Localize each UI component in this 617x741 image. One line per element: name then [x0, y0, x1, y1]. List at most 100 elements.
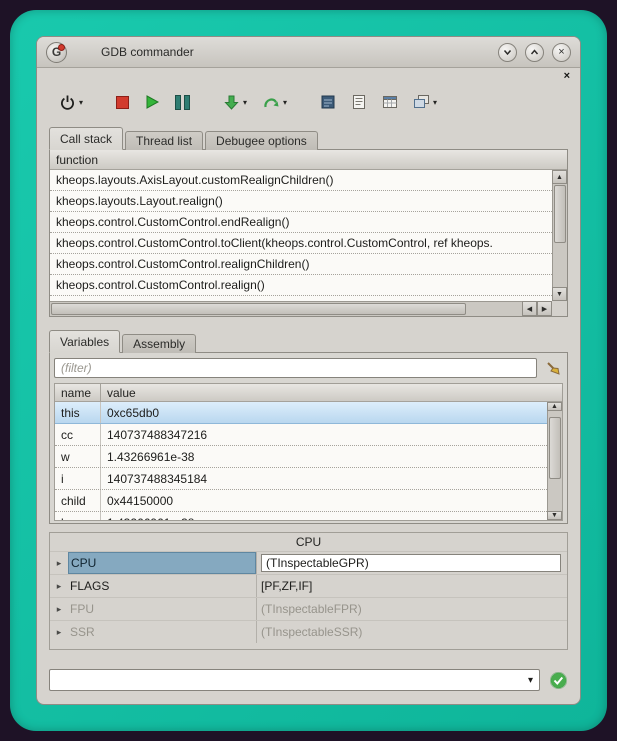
variable-row[interactable]: b 1.43266961e-38 [55, 512, 547, 520]
expander-icon[interactable]: ▸ [50, 558, 68, 569]
variable-row[interactable]: child 0x44150000 [55, 490, 547, 512]
tab-call-stack[interactable]: Call stack [49, 127, 123, 150]
column-header-value[interactable]: value [101, 384, 562, 401]
filter-input[interactable] [54, 358, 537, 378]
run-icon [144, 94, 160, 110]
register-value-field[interactable]: (TInspectableGPR) [261, 554, 561, 572]
dock-header: × [37, 68, 580, 84]
chevron-up-icon [529, 47, 540, 58]
scroll-up-icon: ▲ [556, 174, 563, 181]
teal-frame: G GDB commander × × [10, 10, 607, 731]
scroll-left-icon: ◀ [527, 305, 532, 313]
call-stack-panel: function kheops.layouts.AxisLayout.custo… [49, 149, 568, 317]
ok-check-icon [549, 671, 568, 690]
minimize-button[interactable] [498, 43, 517, 62]
spacer [37, 650, 580, 668]
execute-button[interactable] [548, 670, 568, 690]
tab-debugee-options[interactable]: Debugee options [205, 131, 318, 150]
register-value: (TInspectableSSR) [256, 621, 567, 643]
message-list-button[interactable] [349, 92, 369, 112]
register-value: [PF,ZF,IF] [256, 575, 567, 597]
variable-row[interactable]: w 1.43266961e-38 [55, 446, 547, 468]
column-header-label: function [56, 153, 98, 167]
scroll-down-button[interactable]: ▼ [547, 511, 562, 520]
step-into-dropdown-icon: ▾ [243, 98, 247, 107]
panel-close-button[interactable]: × [564, 71, 570, 82]
app-icon-red-dot [58, 44, 65, 51]
debug-windows-dropdown-icon: ▾ [433, 98, 437, 107]
close-button[interactable]: × [552, 43, 571, 62]
stop-button[interactable] [114, 94, 131, 111]
splitter[interactable] [37, 524, 580, 532]
tab-thread-list[interactable]: Thread list [125, 131, 203, 150]
expander-icon[interactable]: ▸ [50, 581, 68, 592]
call-stack-list: kheops.layouts.AxisLayout.customRealignC… [50, 170, 552, 301]
variable-row[interactable]: this 0xc65db0 [55, 402, 547, 424]
call-stack-row[interactable]: kheops.control.CustomControl.endRealign(… [50, 212, 552, 233]
call-stack-row[interactable]: kheops.control.CustomControl.realignChil… [50, 254, 552, 275]
call-stack-row[interactable]: kheops.control.CustomControl.realign() [50, 275, 552, 296]
scroll-right-button[interactable]: ▶ [537, 301, 552, 316]
scroll-down-icon: ▼ [556, 291, 563, 298]
scroll-up-button[interactable]: ▲ [547, 402, 562, 411]
column-header-name[interactable]: name [55, 384, 101, 401]
call-stack-vertical-scrollbar[interactable]: ▲ ▼ [552, 170, 567, 301]
tab-variables[interactable]: Variables [49, 330, 120, 353]
call-stack-row[interactable]: kheops.control.CustomControl.toClient(kh… [50, 233, 552, 254]
command-input[interactable] [54, 671, 515, 689]
debug-toolbar: ▾ ▾ [37, 84, 580, 120]
call-stack-row[interactable]: kheops.layouts.Layout.realign() [50, 191, 552, 212]
desktop-background: G GDB commander × × [0, 0, 617, 741]
titlebar[interactable]: G GDB commander × [37, 37, 580, 68]
memory-view-button[interactable] [380, 92, 400, 112]
scrollbar-thumb[interactable] [51, 303, 466, 315]
step-over-button[interactable]: ▾ [260, 92, 289, 112]
scroll-down-icon: ▼ [551, 512, 558, 519]
scroll-up-button[interactable]: ▲ [552, 170, 567, 184]
variable-name: b [55, 512, 101, 520]
cpu-register-row[interactable]: ▸ FLAGS [PF,ZF,IF] [50, 574, 567, 597]
register-name[interactable]: FPU [68, 598, 256, 620]
log-window-button[interactable] [318, 92, 338, 112]
call-stack-horizontal-scrollbar[interactable]: ◀ ▶ [50, 301, 552, 316]
step-into-button[interactable]: ▾ [221, 92, 249, 113]
call-stack-row[interactable]: kheops.layouts.AxisLayout.customRealignC… [50, 170, 552, 191]
command-row: ▾ [49, 668, 568, 692]
run-button[interactable] [142, 92, 162, 112]
memory-view-icon [382, 94, 398, 110]
scroll-left-button[interactable]: ◀ [522, 301, 537, 316]
variables-vertical-scrollbar[interactable]: ▲ ▼ [547, 402, 562, 520]
variable-name: w [55, 446, 101, 467]
clear-filter-button[interactable] [543, 358, 563, 378]
variable-name: cc [55, 424, 101, 445]
step-into-icon [223, 94, 240, 111]
message-list-icon [351, 94, 367, 110]
power-button[interactable]: ▾ [57, 92, 85, 113]
gdb-commander-window: G GDB commander × × [36, 36, 581, 705]
register-name[interactable]: FLAGS [68, 575, 256, 597]
combo-dropdown-icon[interactable]: ▾ [528, 675, 533, 686]
variables-table: name value this 0xc65db0 cc 140737488347… [54, 383, 563, 521]
pause-button[interactable] [173, 93, 192, 112]
maximize-button[interactable] [525, 43, 544, 62]
cpu-group-title: CPU [50, 533, 567, 551]
register-value: (TInspectableFPR) [256, 598, 567, 620]
debug-windows-button[interactable]: ▾ [411, 92, 439, 112]
register-name[interactable]: CPU [68, 552, 256, 574]
expander-icon[interactable]: ▸ [50, 627, 68, 638]
cpu-register-row[interactable]: ▸ FPU (TInspectableFPR) [50, 597, 567, 620]
register-name[interactable]: SSR [68, 621, 256, 643]
variables-panel: name value this 0xc65db0 cc 140737488347… [49, 352, 568, 524]
scrollbar-thumb[interactable] [554, 185, 566, 243]
variable-row[interactable]: cc 140737488347216 [55, 424, 547, 446]
call-stack-column-header[interactable]: function [50, 150, 567, 170]
variable-row[interactable]: i 140737488345184 [55, 468, 547, 490]
cpu-group: CPU ▸ CPU (TInspectableGPR) ▸ FLAGS [PF,… [49, 532, 568, 650]
cpu-register-row[interactable]: ▸ CPU (TInspectableGPR) [50, 551, 567, 574]
cpu-register-row[interactable]: ▸ SSR (TInspectableSSR) [50, 620, 567, 643]
command-combobox[interactable]: ▾ [49, 669, 540, 691]
scrollbar-thumb[interactable] [549, 417, 561, 479]
tab-assembly[interactable]: Assembly [122, 334, 196, 353]
scroll-down-button[interactable]: ▼ [552, 287, 567, 301]
expander-icon[interactable]: ▸ [50, 604, 68, 615]
